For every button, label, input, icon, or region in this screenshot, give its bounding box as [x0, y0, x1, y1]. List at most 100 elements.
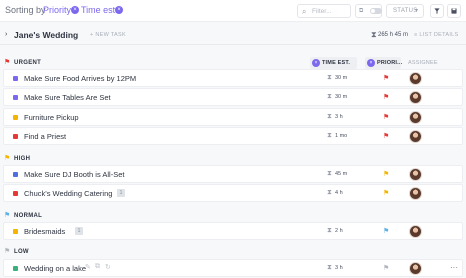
priority-flag-icon[interactable]: ⚑ [383, 264, 389, 272]
priority-flag-icon[interactable]: ⚑ [383, 170, 389, 178]
priority-flag-icon[interactable]: ⚑ [383, 132, 389, 140]
assignee-avatar[interactable] [409, 130, 422, 143]
column-header-priority[interactable]: × PRIORI... [365, 57, 403, 69]
time-estimate-total: 265 h 45 m [378, 32, 409, 38]
hourglass-icon: ⧗ [327, 189, 332, 196]
subtask-count-badge[interactable]: 1 [75, 227, 83, 235]
column-header-assignee[interactable]: ASSIGNEE [408, 60, 438, 66]
task-row[interactable]: Furniture Pickup ⧗ 3 h ⚑ [3, 108, 463, 126]
task-name[interactable]: Bridesmaids [24, 227, 65, 236]
hourglass-icon: ⧗ [327, 264, 332, 271]
sort-label: Sorting by [5, 5, 46, 15]
filter-input[interactable]: ⌕ Filter... [297, 4, 351, 18]
list-title[interactable]: Jane's Wedding [14, 30, 78, 40]
task-row[interactable]: Find a Priest ⧗ 1 mo ⚑ [3, 127, 463, 145]
task-name[interactable]: Make Sure Tables Are Set [24, 93, 111, 102]
task-row[interactable]: Chuck's Wedding Catering ⧗ 4 h ⚑ 1 [3, 184, 463, 202]
time-estimate[interactable]: 30 m [335, 75, 347, 81]
collapse-chevron-icon[interactable]: › [5, 31, 7, 38]
row-more-icon[interactable]: ··· [450, 263, 458, 272]
task-row[interactable]: Make Sure DJ Booth is All-Set ⧗ 45 m ⚑ [3, 165, 463, 183]
search-icon: ⌕ [302, 7, 307, 16]
hourglass-icon: ⧗ [327, 74, 332, 81]
edit-pencil-icon[interactable]: ✎ [85, 263, 91, 271]
filter-placeholder: Filter... [312, 8, 332, 15]
remove-sort-icon[interactable]: × [367, 59, 375, 67]
list-details-button[interactable]: ≡ LIST DETAILS [414, 32, 459, 38]
remove-sort-time-icon[interactable]: × [115, 6, 123, 14]
assignee-avatar[interactable] [409, 111, 422, 124]
status-square-icon[interactable] [13, 95, 18, 100]
filter-button[interactable] [430, 4, 444, 18]
subtask-count-badge[interactable]: 1 [117, 189, 125, 197]
sort-chip-priority[interactable]: Priority [43, 5, 71, 15]
group-header: ⚑ URGENT × TIME EST. × PRIORI... ASSIGNEE [0, 57, 466, 69]
time-estimate[interactable]: 4 h [335, 190, 343, 196]
status-square-icon[interactable] [13, 134, 18, 139]
funnel-icon [434, 8, 440, 14]
time-estimate[interactable]: 2 h [335, 228, 343, 234]
attachment-icon[interactable]: ⧉ [95, 263, 100, 271]
assignee-avatar[interactable] [409, 72, 422, 85]
task-row[interactable]: Wedding on a lake ⧗ 3 h ⚑ ✎ ⧉ ↻ ··· [3, 259, 463, 277]
priority-flag-icon[interactable]: ⚑ [383, 74, 389, 82]
time-estimate[interactable]: 1 mo [335, 133, 347, 139]
group-name: URGENT [14, 60, 42, 66]
remove-sort-icon[interactable]: × [312, 59, 320, 67]
assignee-avatar[interactable] [409, 225, 422, 238]
time-estimate[interactable]: 3 h [335, 114, 343, 120]
status-label: STATUS [393, 8, 418, 14]
toolbar: Sorting by Priority × Time est. × ⌕ Filt… [0, 0, 466, 22]
task-row[interactable]: Bridesmaids ⧗ 2 h ⚑ 1 [3, 222, 463, 240]
save-view-button[interactable] [447, 4, 461, 18]
hourglass-icon: ⧗ [327, 170, 332, 177]
time-estimate[interactable]: 45 m [335, 171, 347, 177]
assignee-avatar[interactable] [409, 262, 422, 275]
hourglass-icon: ⧗ [371, 30, 377, 39]
status-square-icon[interactable] [13, 115, 18, 120]
priority-flag-icon[interactable]: ⚑ [383, 93, 389, 101]
task-row[interactable]: Make Sure Food Arrives by 12PM ⧗ 30 m ⚑ [3, 69, 463, 87]
task-name[interactable]: Wedding on a lake [24, 264, 86, 273]
flag-icon: ⚑ [4, 59, 11, 66]
task-name[interactable]: Make Sure Food Arrives by 12PM [24, 74, 136, 83]
priority-flag-icon[interactable]: ⚑ [383, 227, 389, 235]
layout-icon: ⧉ [359, 8, 364, 14]
task-name[interactable]: Furniture Pickup [24, 113, 79, 122]
remove-sort-priority-icon[interactable]: × [71, 6, 79, 14]
recurring-icon[interactable]: ↻ [105, 263, 111, 271]
floppy-icon [451, 8, 457, 14]
flag-icon: ⚑ [4, 248, 11, 255]
group-header: ⚑ HIGH [0, 153, 466, 165]
group-name: NORMAL [14, 213, 43, 219]
status-filter-button[interactable]: STATUS ▾ [386, 4, 424, 18]
assignee-avatar[interactable] [409, 187, 422, 200]
status-square-icon[interactable] [13, 191, 18, 196]
time-estimate[interactable]: 30 m [335, 94, 347, 100]
status-square-icon[interactable] [13, 229, 18, 234]
priority-flag-icon[interactable]: ⚑ [383, 189, 389, 197]
task-name[interactable]: Make Sure DJ Booth is All-Set [24, 170, 124, 179]
sort-chip-time-est[interactable]: Time est. [81, 5, 118, 15]
status-square-icon[interactable] [13, 172, 18, 177]
priority-flag-icon[interactable]: ⚑ [383, 113, 389, 121]
view-toggle-button[interactable]: ⧉ [355, 4, 382, 18]
column-header-time-est[interactable]: × TIME EST. [310, 57, 357, 69]
status-square-icon[interactable] [13, 76, 18, 81]
new-task-button[interactable]: + NEW TASK [90, 32, 126, 38]
hourglass-icon: ⧗ [327, 93, 332, 100]
hourglass-icon: ⧗ [327, 227, 332, 234]
assignee-avatar[interactable] [409, 91, 422, 104]
toggle-switch[interactable] [370, 8, 382, 14]
flag-icon: ⚑ [4, 212, 11, 219]
task-name[interactable]: Find a Priest [24, 132, 66, 141]
task-row[interactable]: Make Sure Tables Are Set ⧗ 30 m ⚑ [3, 88, 463, 106]
list-more-icon[interactable]: ··· [70, 29, 78, 38]
status-square-icon[interactable] [13, 266, 18, 271]
column-label: PRIORI... [377, 60, 403, 66]
assignee-avatar[interactable] [409, 168, 422, 181]
column-label: TIME EST. [322, 60, 351, 66]
time-estimate[interactable]: 3 h [335, 265, 343, 271]
task-name[interactable]: Chuck's Wedding Catering [24, 189, 112, 198]
group-name: LOW [14, 249, 29, 255]
